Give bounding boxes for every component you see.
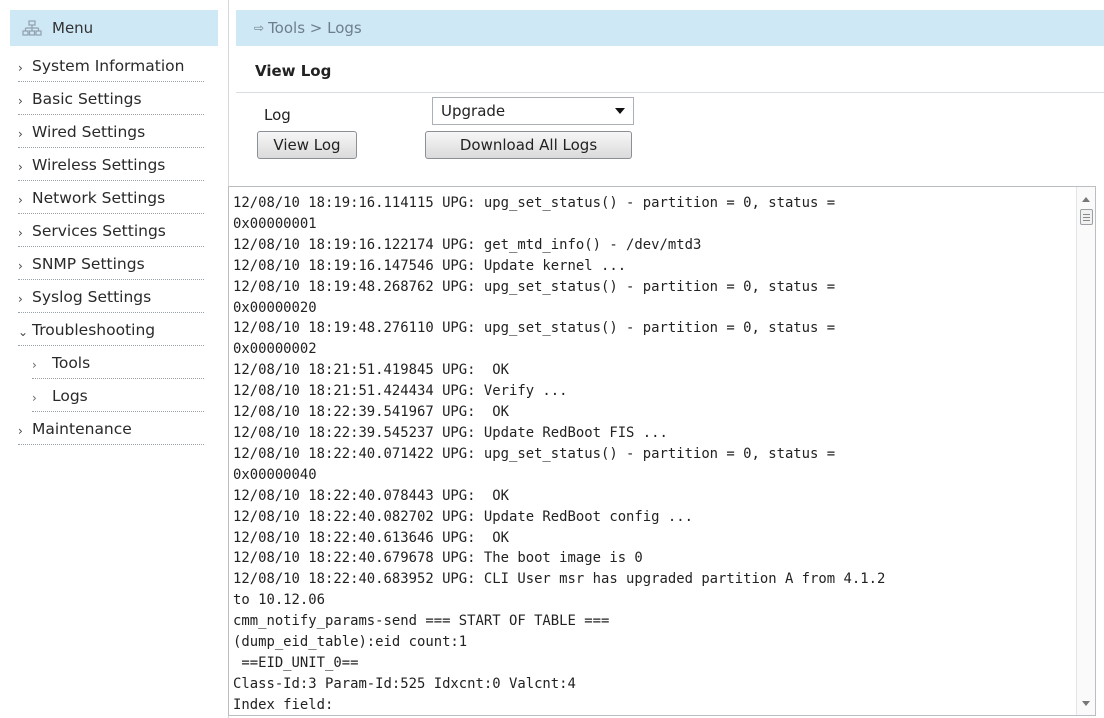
chevron-right-icon: ›: [18, 226, 23, 240]
scroll-thumb[interactable]: [1080, 209, 1093, 225]
sidebar-item-label: Wired Settings: [32, 123, 146, 141]
chevron-right-icon: ›: [18, 61, 23, 75]
chevron-down-icon: ⌄: [18, 325, 29, 339]
chevron-right-icon: ›: [18, 292, 23, 306]
download-all-logs-button[interactable]: Download All Logs: [425, 131, 632, 159]
sidebar-item-syslog-settings[interactable]: › Syslog Settings: [18, 280, 204, 313]
log-line: 12/08/10 18:19:16.147546 UPG: Update ker…: [233, 257, 627, 274]
sidebar-item-network-settings[interactable]: › Network Settings: [18, 181, 204, 214]
log-line: 12/08/10 18:22:40.613646 UPG: OK: [233, 529, 509, 546]
sidebar-item-label: Services Settings: [32, 222, 166, 240]
log-line: 0x00000001: [233, 215, 317, 232]
sidebar-item-label: System Information: [32, 57, 185, 75]
chevron-right-icon: ›: [32, 358, 37, 372]
sidebar-item-wireless-settings[interactable]: › Wireless Settings: [18, 148, 204, 181]
chevron-right-icon: ›: [32, 391, 37, 405]
log-line: 12/08/10 18:21:51.424434 UPG: Verify ...: [233, 383, 568, 400]
sidebar-item-maintenance[interactable]: › Maintenance: [18, 412, 204, 445]
log-select-value: Upgrade: [441, 102, 506, 120]
log-line: 12/08/10 18:19:16.114115 UPG: upg_set_st…: [233, 195, 836, 211]
log-line: cmm_notify_params-send === START OF TABL…: [233, 613, 610, 630]
log-label: Log: [264, 106, 291, 124]
page-title: View Log: [255, 62, 332, 80]
sidebar-item-label: Basic Settings: [32, 90, 142, 108]
sidebar-item-logs[interactable]: › Logs: [32, 379, 204, 412]
chevron-right-icon: ›: [18, 160, 23, 174]
log-line: ==EID_UNIT_0==: [233, 654, 359, 671]
log-line: 12/08/10 18:22:40.082702 UPG: Update Red…: [233, 508, 693, 525]
menu-title: Menu: [52, 19, 94, 37]
sitemap-icon: [22, 20, 42, 36]
log-line: 0x00000002: [233, 341, 317, 358]
sidebar-item-snmp-settings[interactable]: › SNMP Settings: [18, 247, 204, 280]
log-line: 12/08/10 18:19:48.268762 UPG: upg_set_st…: [233, 278, 836, 295]
sidebar-item-label: Network Settings: [32, 189, 166, 207]
breadcrumb: ⇨ Tools > Logs: [236, 10, 1104, 46]
sidebar-nav: › System Information › Basic Settings › Wired…: [0, 54, 228, 445]
view-log-button[interactable]: View Log: [257, 131, 357, 159]
title-divider: [236, 92, 1104, 93]
log-line: 12/08/10 18:22:40.071422 UPG: upg_set_st…: [233, 445, 836, 462]
log-scrollbar[interactable]: [1076, 187, 1095, 715]
log-line: Class-Id:3 Param-Id:525 Idxcnt:0 Valcnt:…: [233, 675, 576, 692]
log-line: 12/08/10 18:19:16.122174 UPG: get_mtd_in…: [233, 236, 702, 253]
scroll-up-icon[interactable]: [1077, 191, 1095, 207]
sidebar: Menu › System Information › Basic Settings ›…: [0, 0, 229, 718]
sidebar-item-tools[interactable]: › Tools: [32, 346, 204, 379]
caret-down-icon: [615, 108, 625, 114]
sidebar-item-label: Syslog Settings: [32, 288, 152, 306]
sidebar-item-basic-settings[interactable]: › Basic Settings: [18, 82, 204, 115]
scroll-down-icon[interactable]: [1077, 695, 1095, 711]
log-line: 0x00000020: [233, 299, 317, 316]
log-line: 12/08/10 18:22:40.078443 UPG: OK: [233, 487, 509, 504]
log-text: 12/08/10 18:19:16.114115 UPG: upg_set_st…: [233, 193, 1071, 715]
sidebar-item-label: Maintenance: [32, 420, 132, 438]
chevron-right-icon: ›: [18, 94, 23, 108]
sidebar-item-label: SNMP Settings: [32, 255, 145, 273]
sidebar-item-label: Troubleshooting: [32, 321, 156, 339]
chevron-right-icon: ›: [18, 259, 23, 273]
sidebar-item-label: Wireless Settings: [32, 156, 166, 174]
log-line: to 10.12.06: [233, 592, 325, 609]
log-line: 12/08/10 18:19:48.276110 UPG: upg_set_st…: [233, 320, 836, 337]
sidebar-item-troubleshooting[interactable]: ⌄ Troubleshooting: [18, 313, 204, 346]
log-line: 12/08/10 18:22:39.545237 UPG: Update Red…: [233, 424, 668, 441]
chevron-right-icon: ›: [18, 193, 23, 207]
menu-header: Menu: [10, 10, 218, 46]
sidebar-item-services-settings[interactable]: › Services Settings: [18, 214, 204, 247]
sidebar-item-system-information[interactable]: › System Information: [18, 54, 204, 82]
log-line: (dump_eid_table):eid count:1: [233, 634, 468, 651]
log-line: 12/08/10 18:22:40.679678 UPG: The boot i…: [233, 550, 643, 567]
sidebar-item-wired-settings[interactable]: › Wired Settings: [18, 115, 204, 148]
chevron-right-icon: ›: [18, 424, 23, 438]
log-output[interactable]: 12/08/10 18:19:16.114115 UPG: upg_set_st…: [228, 186, 1096, 716]
breadcrumb-text: Tools > Logs: [268, 19, 362, 37]
sidebar-item-label: Tools: [52, 354, 91, 372]
log-line: 12/08/10 18:21:51.419845 UPG: OK: [233, 362, 509, 379]
log-type-select[interactable]: Upgrade: [432, 97, 634, 125]
log-line: 0x00000040: [233, 466, 317, 483]
chevron-right-icon: ›: [18, 127, 23, 141]
log-line: 12/08/10 18:22:39.541967 UPG: OK: [233, 404, 509, 421]
sidebar-item-label: Logs: [52, 387, 88, 405]
log-line: 12/08/10 18:22:40.683952 UPG: CLI User m…: [233, 571, 886, 588]
arrow-right-icon: ⇨: [254, 21, 265, 35]
log-line: Index field:: [233, 696, 334, 713]
